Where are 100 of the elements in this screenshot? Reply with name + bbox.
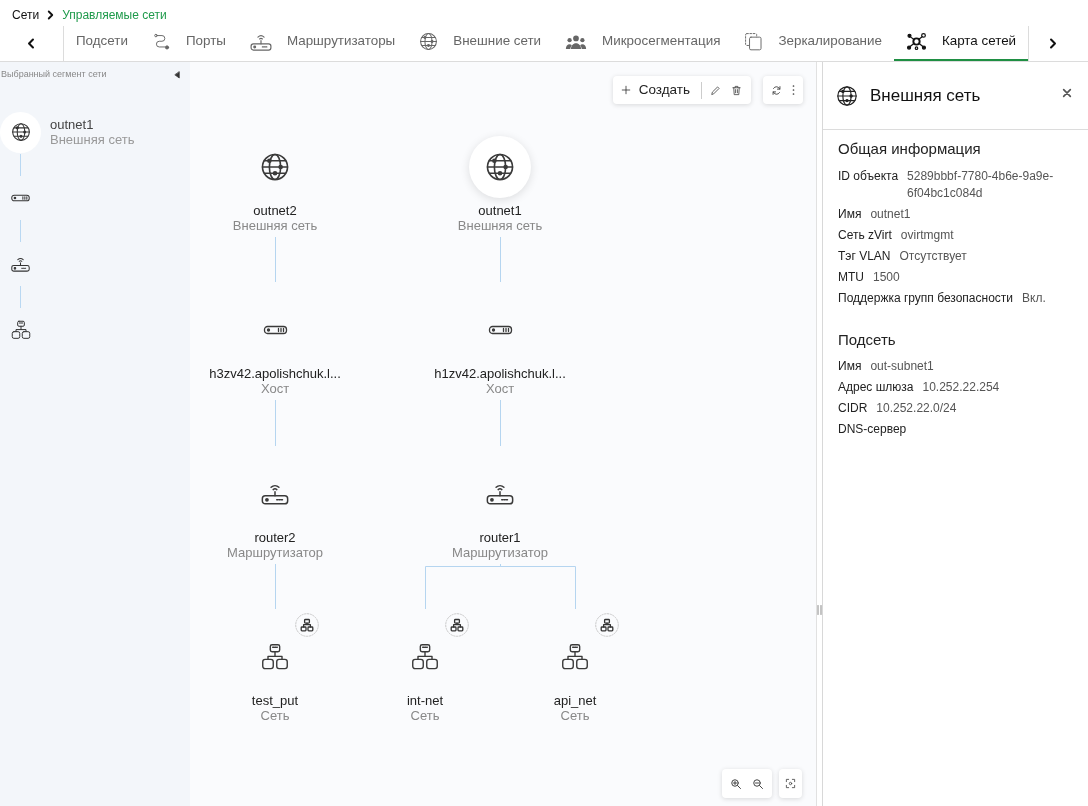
breadcrumb-link[interactable]: Сети: [12, 6, 40, 24]
scroll-right-button[interactable]: [1049, 38, 1058, 49]
server-icon[interactable]: [262, 325, 288, 336]
router-icon[interactable]: [486, 482, 514, 506]
network-graph-icon: [905, 31, 927, 52]
tab[interactable]: Маршрутизаторы: [237, 24, 408, 61]
node-type: Маршрутизатор: [227, 545, 323, 560]
node-type: Сеть: [260, 708, 290, 723]
connector-line: [500, 236, 501, 283]
plus-icon: [620, 85, 631, 95]
field-value: out-subnet1: [870, 358, 934, 375]
tab[interactable]: Микросегментация: [553, 24, 733, 61]
field-label: Тэг VLAN: [838, 247, 891, 265]
node-type: Хост: [260, 382, 290, 397]
router-icon[interactable]: [11, 255, 30, 272]
close-icon: [1062, 87, 1072, 98]
node-type: Внешняя сеть: [50, 132, 135, 147]
zoom-out-icon: [752, 777, 764, 790]
node-name: h1zv42.apolishchuk.l...: [434, 366, 566, 383]
network-badge-icon[interactable]: [445, 612, 469, 637]
zoom-in-icon: [730, 777, 742, 790]
node-name: router1: [479, 529, 521, 546]
node-name: outnet1: [50, 117, 95, 132]
tab[interactable]: Подсети: [64, 24, 140, 61]
network-icon[interactable]: [261, 642, 289, 671]
connector-line: [500, 399, 501, 447]
copy-icon: [744, 32, 764, 51]
network-badge-icon[interactable]: [595, 612, 619, 637]
splitter-handle[interactable]: [817, 605, 822, 615]
connector-line: [275, 563, 276, 610]
field-value: Отсутствует: [899, 247, 967, 265]
path-icon: [151, 32, 171, 51]
section-title: Общая информация: [838, 139, 982, 159]
field-label: DNS-сервер: [838, 421, 907, 438]
field-label: Адрес шлюза: [838, 379, 914, 396]
node-type: Маршрутизатор: [452, 545, 548, 560]
field-value: Вкл.: [1022, 289, 1046, 307]
tab[interactable]: Порты: [139, 24, 238, 61]
node-name: outnet1: [478, 203, 522, 219]
section-title: Подсеть: [838, 329, 897, 350]
connector-line: [20, 285, 21, 308]
field-label: Поддержка групп безопасности: [838, 289, 1014, 307]
node-name: api_net: [553, 692, 597, 709]
panel-title: Выбранный сегмент сети: [1, 68, 107, 81]
scroll-left-button[interactable]: [27, 38, 35, 49]
field-value: ovirtmgmt: [900, 226, 954, 244]
field-label: Имя: [838, 358, 862, 375]
field-label: ID объекта: [838, 167, 899, 185]
panel-title: Внешняя сеть: [870, 84, 982, 107]
globe-icon[interactable]: [469, 136, 531, 198]
fit-view-icon: [785, 778, 796, 789]
node-type: Внешняя сеть: [457, 219, 543, 233]
server-icon[interactable]: [11, 193, 30, 202]
trash-icon: [731, 84, 742, 96]
chevron-icon: [47, 10, 55, 20]
chevron-right-icon: [1049, 38, 1058, 49]
router-icon: [249, 32, 272, 51]
tab[interactable]: Внешние сети: [407, 24, 554, 61]
network-icon[interactable]: [561, 642, 589, 671]
node-type: Сеть: [410, 708, 440, 723]
field-value: outnet1: [870, 205, 911, 223]
create-button[interactable]: Создать: [616, 78, 698, 102]
pencil-icon: [710, 84, 721, 96]
network-badge-icon[interactable]: [295, 612, 319, 637]
chevron-left-icon: [27, 38, 35, 49]
field-label: Имя: [838, 205, 862, 223]
tab[interactable]: Зеркалирование: [732, 24, 894, 61]
connector-line: [275, 399, 276, 447]
node-name: test_put: [251, 692, 299, 709]
close-button[interactable]: [1062, 87, 1072, 98]
field-value: 10.252.22.254: [922, 379, 1000, 396]
globe-icon[interactable]: [260, 152, 290, 182]
field-label: CIDR: [838, 400, 868, 417]
globe-icon: [836, 84, 858, 107]
router-icon[interactable]: [261, 482, 289, 506]
network-icon[interactable]: [411, 642, 439, 671]
server-icon[interactable]: [487, 325, 513, 336]
node-type: Внешняя сеть: [232, 219, 318, 233]
refresh-icon: [771, 84, 782, 96]
connector-line: [20, 153, 21, 176]
field-value: 1500: [873, 268, 900, 286]
globe-icon[interactable]: [0, 111, 41, 153]
node-name: router2: [254, 529, 296, 546]
node-name: outnet2: [253, 203, 297, 219]
node-name: h3zv42.apolishchuk.l...: [209, 366, 341, 383]
connector-line: [275, 236, 276, 283]
breadcrumb-link[interactable]: Управляемые сети: [62, 6, 167, 24]
collapse-icon[interactable]: [174, 70, 180, 79]
globe-icon: [419, 32, 439, 51]
field-label: MTU: [838, 268, 864, 286]
field-value: 10.252.22.0/24: [876, 400, 957, 417]
node-type: Хост: [485, 382, 515, 397]
node-type: Сеть: [560, 708, 590, 723]
field-label: Сеть zVirt: [838, 226, 892, 244]
people-icon: [565, 33, 588, 50]
network-icon[interactable]: [10, 319, 31, 340]
field-value: 5289bbbf-7780-4b6e-9a9e-6f04bc1c084d: [907, 167, 1055, 202]
node-name: int-net: [406, 692, 444, 709]
connector-line: [20, 219, 21, 242]
more-icon: [792, 84, 795, 96]
